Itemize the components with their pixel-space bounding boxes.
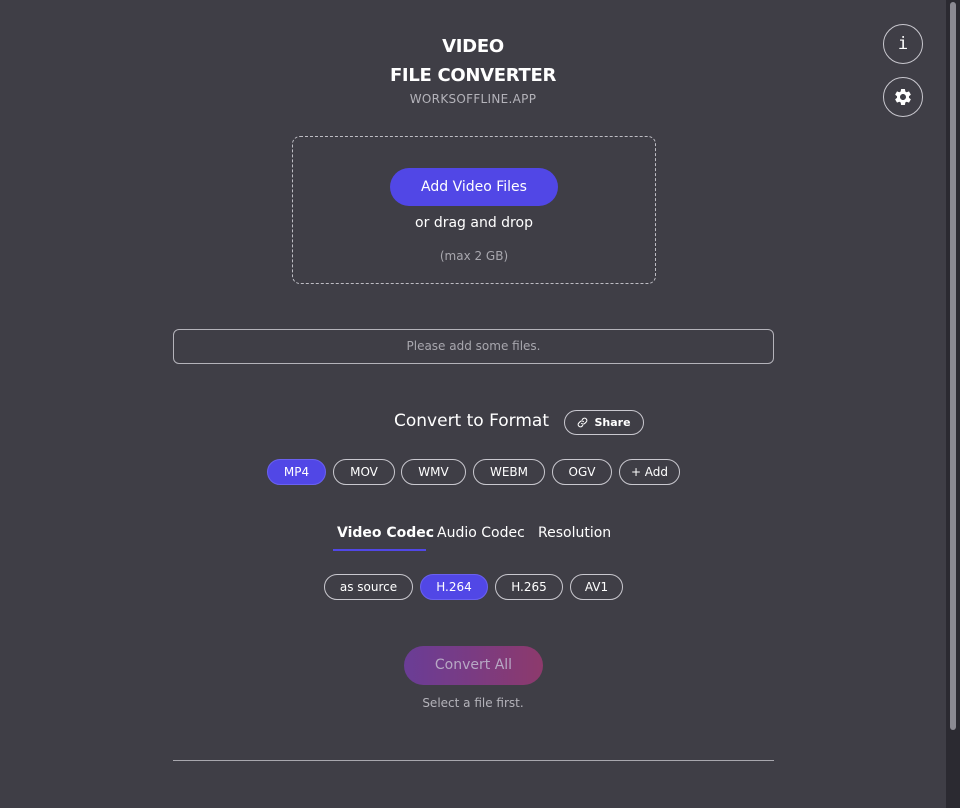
convert-all-button[interactable]: Convert All (404, 646, 543, 685)
format-header: Convert to Format Share (0, 409, 946, 437)
file-dropzone[interactable]: Add Video Files or drag and drop (max 2 … (292, 136, 656, 284)
file-list-empty-text: Please add some files. (406, 339, 541, 353)
format-title: Convert to Format (394, 411, 550, 431)
drag-drop-text: or drag and drop (415, 215, 533, 231)
gear-icon (895, 89, 911, 105)
format-option-mov[interactable]: MOV (333, 459, 395, 485)
file-list: Please add some files. (173, 329, 774, 364)
share-label: Share (594, 416, 631, 429)
add-video-files-button[interactable]: Add Video Files (390, 168, 558, 206)
tab-audio-codec[interactable]: Audio Codec (437, 522, 525, 544)
add-format-button[interactable]: + Add (619, 459, 680, 485)
codec-option-av1[interactable]: AV1 (570, 574, 623, 600)
info-icon: i (897, 34, 909, 54)
active-tab-indicator (333, 549, 426, 551)
info-button[interactable]: i (883, 24, 923, 64)
link-icon (578, 417, 588, 428)
section-divider (173, 760, 774, 761)
share-button[interactable]: Share (564, 410, 644, 435)
format-option-wmv[interactable]: WMV (401, 459, 466, 485)
app-subtitle: WORKSOFFLINE.APP (409, 92, 537, 106)
title-line-1: VIDEO (442, 36, 504, 57)
codec-option-h265[interactable]: H.265 (495, 574, 563, 600)
converter-page: VIDEO FILE CONVERTER WORKSOFFLINE.APP i … (0, 0, 946, 808)
max-size-text: (max 2 GB) (439, 249, 509, 263)
format-option-mp4[interactable]: MP4 (267, 459, 326, 485)
codec-option-as-source[interactable]: as source (324, 574, 413, 600)
scrollbar-thumb[interactable] (950, 2, 956, 730)
convert-hint: Select a file first. (422, 696, 524, 710)
page-scrollbar[interactable] (946, 0, 960, 808)
settings-button[interactable] (883, 77, 923, 117)
format-option-webm[interactable]: WEBM (473, 459, 545, 485)
codec-option-h264[interactable]: H.264 (420, 574, 488, 600)
tab-video-codec[interactable]: Video Codec (337, 522, 434, 544)
format-option-ogv[interactable]: OGV (552, 459, 612, 485)
title-line-2: FILE CONVERTER (389, 65, 557, 86)
app-header: VIDEO FILE CONVERTER WORKSOFFLINE.APP (0, 32, 946, 106)
tab-resolution[interactable]: Resolution (538, 522, 611, 544)
